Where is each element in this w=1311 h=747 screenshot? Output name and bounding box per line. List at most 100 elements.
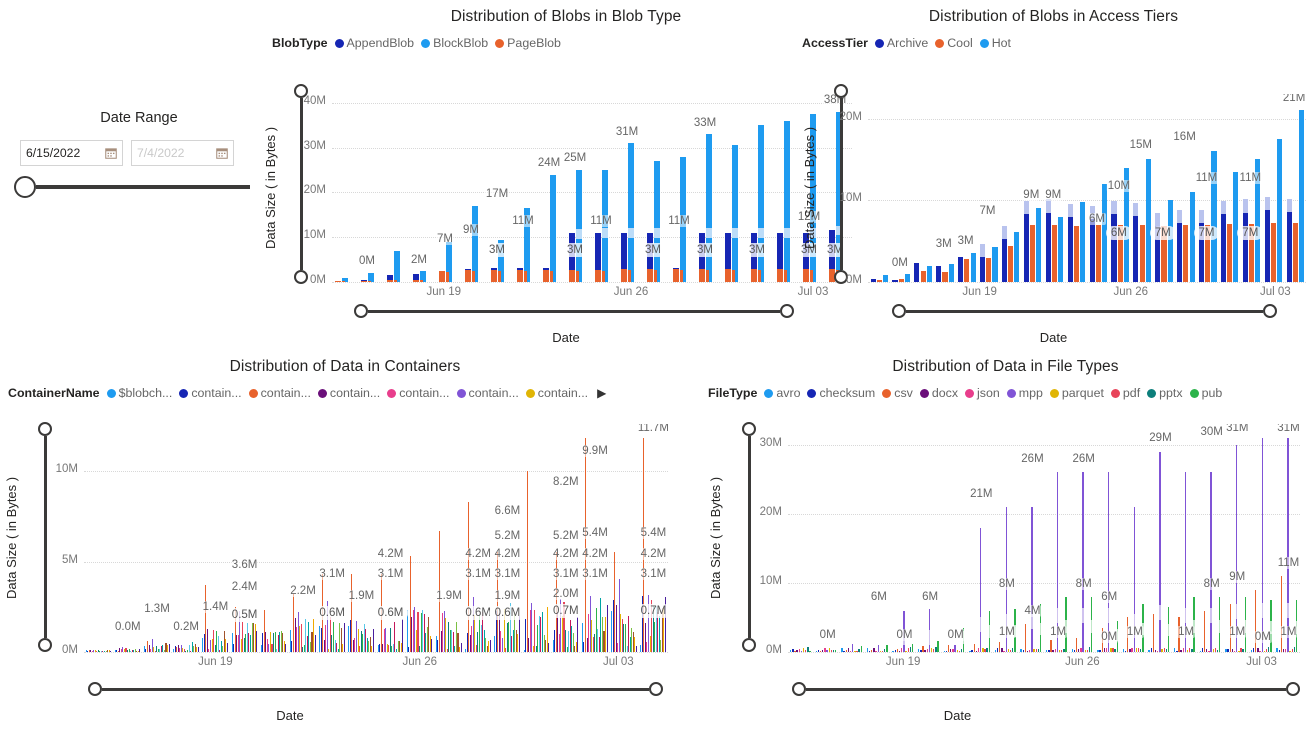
bar-filetype[interactable] (843, 651, 845, 652)
bar-highlight[interactable] (1023, 201, 1029, 215)
bar-filetype[interactable] (999, 641, 1001, 652)
bar-filetype[interactable] (1191, 648, 1193, 652)
bar-filetype[interactable] (911, 643, 914, 652)
bar-filetype[interactable] (1078, 648, 1080, 652)
bar-highlight[interactable] (1159, 604, 1161, 620)
bar-highlight[interactable] (1219, 620, 1221, 633)
bar-filetype[interactable] (1003, 650, 1005, 652)
bar-filetype[interactable] (924, 650, 926, 652)
slider-handle-left[interactable] (892, 304, 906, 318)
bar-archive[interactable] (958, 257, 964, 282)
bar-pageblob[interactable] (602, 270, 606, 282)
x-axis-slider[interactable] (88, 682, 663, 696)
legend-item-5[interactable]: contain... (456, 386, 519, 400)
bar-highlight[interactable] (1045, 199, 1051, 213)
bar-filetype[interactable] (901, 648, 903, 652)
bar-container[interactable] (402, 619, 404, 652)
slider-track[interactable] (368, 309, 780, 313)
bar-archive[interactable] (1220, 210, 1227, 282)
bar-filetype[interactable] (1063, 649, 1065, 652)
bar-container[interactable] (643, 438, 645, 652)
bar-highlight[interactable] (1108, 608, 1110, 624)
bar-filetype[interactable] (892, 651, 894, 652)
bar-blockblob[interactable] (706, 134, 712, 282)
bar-filetype[interactable] (1048, 649, 1050, 652)
bar-pageblob[interactable] (699, 269, 705, 282)
slider-track[interactable] (839, 98, 843, 270)
bar-pageblob[interactable] (777, 268, 783, 282)
bar-cool[interactable] (1227, 223, 1233, 282)
legend-item-1[interactable]: contain... (179, 386, 242, 400)
bar-pageblob[interactable] (387, 279, 393, 282)
bar-pageblob[interactable] (647, 269, 653, 282)
bar-archive[interactable] (1023, 210, 1029, 282)
bar-filetype[interactable] (860, 646, 862, 652)
bar-filetype[interactable] (1227, 649, 1229, 652)
bar-filetype[interactable] (1165, 649, 1168, 652)
bar-filetype[interactable] (977, 648, 980, 652)
bar-hot[interactable] (992, 246, 998, 282)
bar-pageblob[interactable] (517, 270, 523, 282)
bar-filetype[interactable] (930, 648, 933, 652)
bar-filetype[interactable] (1150, 647, 1152, 652)
bar-hot[interactable] (1211, 151, 1217, 282)
bar-filetype[interactable] (1199, 651, 1201, 652)
legend-item-2[interactable]: contain... (248, 386, 311, 400)
bar-container[interactable] (548, 642, 550, 652)
bar-highlight[interactable] (628, 228, 634, 239)
bar-highlight[interactable] (602, 228, 608, 239)
y-axis-slider[interactable] (38, 422, 52, 652)
bar-filetype[interactable] (817, 650, 820, 652)
legend-item-4[interactable]: contain... (387, 386, 450, 400)
bar-highlight[interactable] (1177, 210, 1183, 224)
bar-pageblob[interactable] (335, 281, 341, 282)
bar-filetype[interactable] (1242, 649, 1244, 652)
bar-filetype[interactable] (1071, 649, 1073, 652)
bar-filetype[interactable] (943, 651, 945, 652)
bar-highlight[interactable] (1155, 212, 1161, 226)
bar-filetype[interactable] (1009, 649, 1012, 652)
bar-filetype[interactable] (947, 645, 950, 652)
bar-filetype[interactable] (896, 648, 899, 652)
bar-pageblob[interactable] (361, 280, 367, 282)
bar-hot[interactable] (1014, 232, 1020, 282)
date-range-slider[interactable] (14, 176, 250, 198)
bar-filetype[interactable] (832, 650, 835, 652)
bar-highlight[interactable] (1184, 608, 1187, 624)
bar-filetype[interactable] (1293, 647, 1296, 652)
bar-filetype[interactable] (873, 648, 875, 652)
plot-area-file-types[interactable]: 0M 6M 0M 6M 0M 21M 8M 1M 26M 4M 1M 26M 8M 0M 6M 1M 29M 1M… (788, 424, 1300, 652)
bar-highlight[interactable] (758, 228, 764, 239)
slider-handle-right[interactable] (780, 304, 794, 318)
bar-filetype[interactable] (952, 649, 954, 652)
bar-highlight[interactable] (988, 625, 990, 638)
bar-hot[interactable] (1145, 159, 1151, 282)
bar-filetype[interactable] (1061, 650, 1063, 652)
bar-filetype[interactable] (819, 650, 822, 652)
bar-archive[interactable] (870, 278, 876, 282)
bar-pageblob[interactable] (725, 269, 731, 282)
bar-filetype[interactable] (1152, 614, 1155, 652)
bar-highlight[interactable] (1220, 201, 1227, 215)
bar-filetype[interactable] (1001, 647, 1003, 652)
bar-filetype[interactable] (1033, 648, 1035, 652)
slider-handle-left[interactable] (354, 304, 368, 318)
bar-pageblob[interactable] (758, 270, 762, 282)
bar-filetype[interactable] (856, 650, 858, 652)
bar-filetype[interactable] (1148, 649, 1150, 652)
bar-filetype[interactable] (1124, 651, 1127, 652)
bar-container[interactable] (577, 617, 579, 652)
y-axis-slider[interactable] (742, 422, 756, 652)
bar-filetype[interactable] (1287, 437, 1289, 652)
bar-filetype[interactable] (847, 648, 850, 652)
bar-hot[interactable] (1036, 208, 1042, 282)
bar-container[interactable] (394, 621, 396, 652)
bar-filetype[interactable] (1214, 647, 1217, 652)
bar-filetype[interactable] (1261, 437, 1263, 652)
bar-filetype[interactable] (1007, 648, 1010, 652)
bar-filetype[interactable] (1250, 649, 1253, 652)
bar-filetype[interactable] (945, 651, 948, 652)
bar-highlight[interactable] (1167, 623, 1170, 637)
bar-filetype[interactable] (1084, 649, 1086, 652)
bar-filetype[interactable] (1135, 648, 1138, 652)
